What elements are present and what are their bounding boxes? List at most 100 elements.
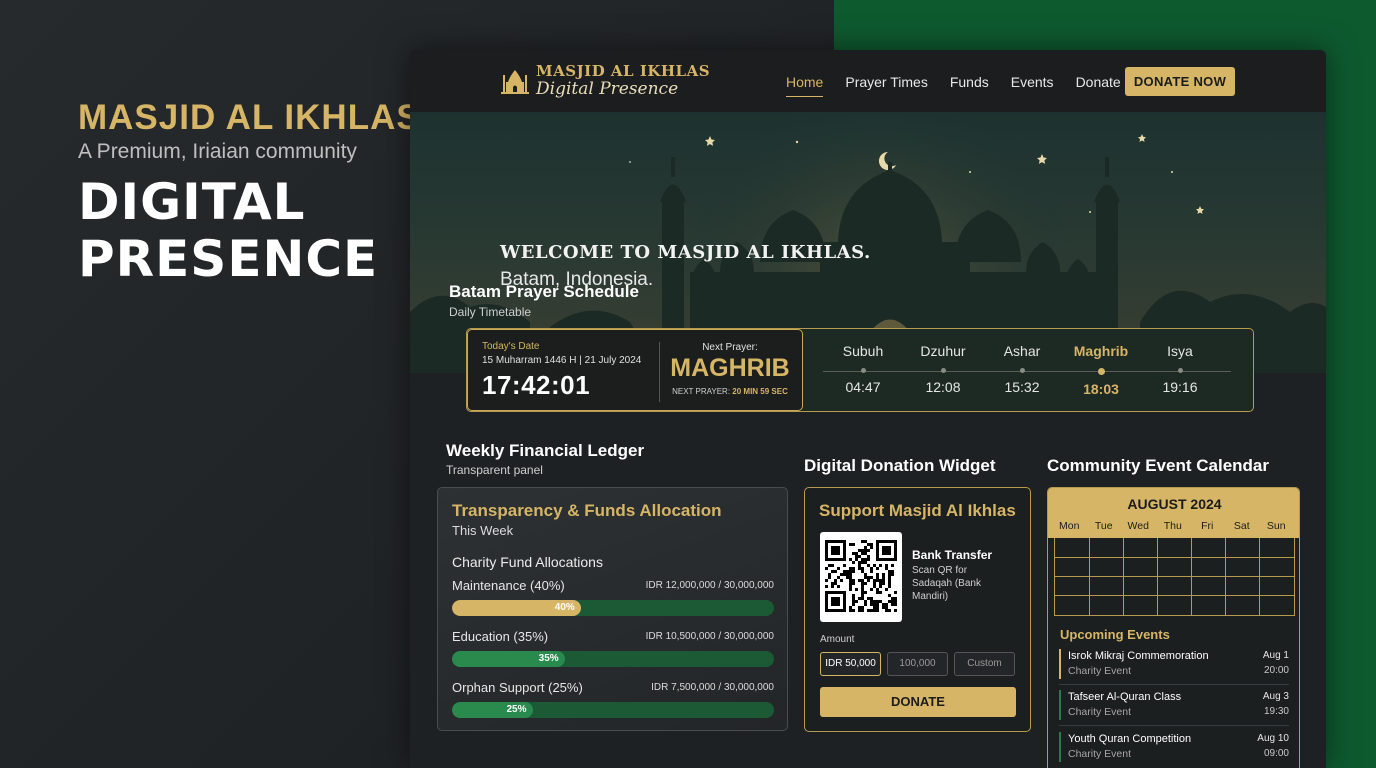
showcase-intro: MASJID AL IKHLAS A Premium, Iriaian comm… [78,98,421,288]
prayer-subuh: Subuh 04:47 [823,343,903,395]
donation-title: Support Masjid Al Ikhlas [819,501,1016,520]
logo-subtitle: Digital Presence [536,79,679,99]
grid-line [1055,557,1294,558]
next-prayer-countdown: NEXT PRAYER: 20 MIN 59 SEC [660,387,800,396]
timeline-dot [860,368,866,373]
nav-link-events[interactable]: Events [1011,74,1054,97]
nav-link-donate[interactable]: Donate [1076,74,1121,97]
countdown-value: 20 MIN 59 SEC [732,387,788,396]
event-date: Aug 1 [1262,650,1289,661]
event-name: Isrok Mikraj Commemoration [1068,650,1209,662]
weekday-label: Tue [1094,520,1113,532]
ledger-title: Transparency & Funds Allocation [452,501,722,520]
calendar-month: AUGUST 2024 [1127,496,1222,512]
nav-link-funds[interactable]: Funds [950,74,989,97]
donate-button[interactable]: DONATE [820,687,1016,717]
prayer-dzuhur: Dzuhur 12:08 [903,343,983,395]
prayer-times-panel: Today's Date 15 Muharram 1446 H | 21 Jul… [466,328,1254,412]
prayer-time: 18:03 [1083,381,1119,397]
today-date-value: 15 Muharram 1446 H | 21 July 2024 [482,355,642,366]
showcase-brand: MASJID AL IKHLAS [78,98,421,137]
event-item[interactable]: Tafseer Al-Quran Class Charity Event Aug… [1059,690,1289,722]
event-time: 19:30 [1263,706,1289,717]
headline-line-1: DIGITAL [78,173,306,231]
fund-name: Maintenance (40%) [452,578,565,593]
countdown-label: NEXT PRAYER: [672,387,731,396]
schedule-title: Batam Prayer Schedule [449,282,639,301]
fund-amount: IDR 12,000,000 / 30,000,000 [645,580,774,591]
next-prayer-name: MAGHRIB [670,354,790,382]
prayer-time: 12:08 [925,379,961,395]
weekday-label: Fri [1201,520,1214,532]
bank-transfer-subtitle: Scan QR for Sadaqah (Bank Mandiri) [912,565,981,602]
event-time: 20:00 [1263,665,1289,676]
bank-transfer-info: Bank Transfer Scan QR for Sadaqah (Bank … [912,548,1002,603]
weekday-label: Mon [1059,520,1080,532]
grid-line [1055,576,1294,577]
fund-amount: IDR 7,500,000 / 30,000,000 [651,682,774,693]
event-name: Youth Quran Competition [1068,733,1192,745]
event-item[interactable]: Youth Quran Competition Charity Event Au… [1059,732,1289,764]
amount-option-50000[interactable]: IDR 50,000 [820,652,881,676]
fund-name: Orphan Support (25%) [452,680,583,695]
donation-section-title: Digital Donation Widget [804,456,996,475]
today-date-label: Today's Date [482,341,540,352]
headline-line-2: PRESENCE [78,230,379,288]
weekday-label: Sun [1266,520,1286,532]
prayer-ashar: Ashar 15:32 [982,343,1062,395]
amount-label: Amount [820,634,855,645]
prayer-schedule-heading: Batam Prayer Schedule Daily Timetable [449,282,639,319]
prayer-name: Isya [1167,343,1193,359]
prayer-maghrib: Maghrib 18:03 [1061,343,1141,397]
prayer-name: Subuh [842,343,884,359]
amount-option-100000[interactable]: 100,000 [887,652,948,676]
fund-progress-bar: 35% [452,651,774,667]
weekday-label: Sat [1233,520,1250,532]
fund-progress-fill: 35% [452,651,565,667]
event-accent [1059,690,1061,720]
donate-now-button[interactable]: DONATE NOW [1125,67,1235,96]
site-logo[interactable]: MASJID AL IKHLAS Digital Presence [500,63,710,99]
bank-transfer-title: Bank Transfer [912,548,993,562]
nav-link-home[interactable]: Home [786,74,824,97]
prayer-time: 19:16 [1162,379,1198,395]
calendar-header: AUGUST 2024 Mon Tue Wed Thu Fri Sat Sun [1048,488,1299,538]
event-calendar: AUGUST 2024 Mon Tue Wed Thu Fri Sat Sun … [1047,487,1300,768]
fund-progress-fill: 25% [452,702,533,718]
live-clock: 17:42:01 [482,370,591,400]
next-prayer-label: Next Prayer: [702,342,758,353]
event-date: Aug 3 [1262,691,1289,702]
event-name: Tafseer Al-Quran Class [1068,691,1182,703]
amount-option-custom[interactable]: Custom [954,652,1015,676]
fund-amount: IDR 10,500,000 / 30,000,000 [645,631,774,642]
prayer-name: Dzuhur [920,343,966,359]
ledger-section-title: Weekly Financial Ledger [446,441,645,460]
prayer-time: 15:32 [1004,379,1040,395]
qr-code[interactable] [820,532,902,622]
logo-title: MASJID AL IKHLAS [536,62,711,80]
ledger-period: This Week [452,523,514,538]
prayer-isya: Isya 19:16 [1140,343,1220,395]
prayer-name: Maghrib [1073,343,1129,359]
fund-progress-fill: 40% [452,600,581,616]
event-accent [1059,649,1061,679]
event-category: Charity Event [1068,665,1132,677]
funds-ledger-card: Transparency & Funds Allocation This Wee… [437,487,788,731]
calendar-section-title: Community Event Calendar [1047,456,1269,475]
website-mockup: MASJID AL IKHLAS Digital Presence Home P… [410,50,1326,768]
event-divider [1059,725,1289,726]
event-category: Charity Event [1068,706,1132,718]
fund-progress-bar: 40% [452,600,774,616]
fund-progress-bar: 25% [452,702,774,718]
mosque-logo-icon [501,70,529,94]
prayer-time: 04:47 [845,379,881,395]
weekday-label: Wed [1127,520,1149,532]
qr-code-icon [825,540,897,612]
nav-link-prayer-times[interactable]: Prayer Times [845,74,927,97]
event-item[interactable]: Isrok Mikraj Commemoration Charity Event… [1059,649,1289,681]
fund-name: Education (35%) [452,629,549,644]
calendar-grid[interactable] [1054,538,1295,616]
current-time-card: Today's Date 15 Muharram 1446 H | 21 Jul… [467,329,803,411]
calendar-weekdays: Mon Tue Wed Thu Fri Sat Sun [1052,520,1294,532]
showcase-tagline: A Premium, Iriaian community [78,140,357,163]
